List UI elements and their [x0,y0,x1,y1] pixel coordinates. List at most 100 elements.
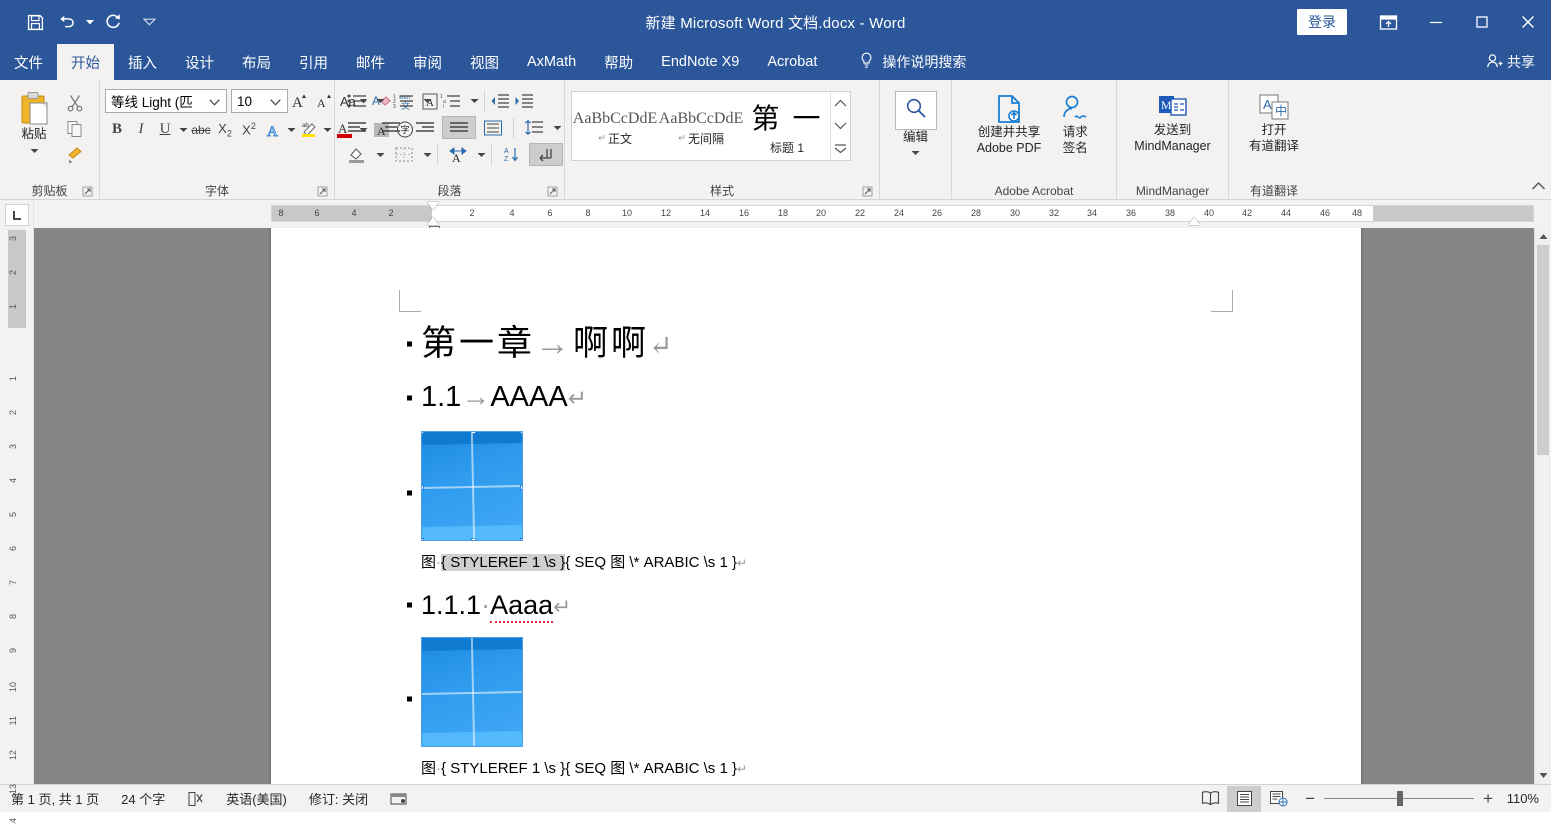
document-canvas[interactable]: 第一章→啊啊↵ 1.1→AAAA↵ 图·{STYLEREF 1 \s}{S… [34,228,1551,784]
zoom-slider-track[interactable] [1324,791,1475,806]
paragraph-image-2[interactable]: ↵ [407,637,1211,753]
asian-layout-button[interactable]: A [441,143,475,166]
borders-dropdown-icon[interactable] [421,143,434,166]
underline-dropdown-icon[interactable] [177,118,189,141]
tab-references[interactable]: 引用 [285,44,342,80]
shading-dropdown-icon[interactable] [374,143,387,166]
caption2-field-seq[interactable]: { SEQ 图 \* ARABIC \s 1 } [565,760,737,777]
tab-insert[interactable]: 插入 [114,44,171,80]
text-highlight-button[interactable]: ab [297,118,321,141]
align-center-button[interactable] [374,116,408,139]
grow-font-button[interactable]: A [288,90,312,113]
image-handle-br[interactable] [520,537,522,540]
status-macro-record-icon[interactable] [379,791,418,806]
subscript-button[interactable]: X2 [213,118,237,141]
horizontal-ruler[interactable]: 8 6 4 2 2 4 6 8 10 12 14 16 18 20 22 24 … [271,202,1534,233]
superscript-button[interactable]: X2 [237,118,261,141]
paragraph-dialog-launcher[interactable] [547,186,558,197]
zoom-slider-thumb[interactable] [1397,791,1404,806]
tell-me-search[interactable]: 操作说明搜索 [849,44,976,80]
image-handle-bc[interactable] [471,537,476,540]
style-no-spacing[interactable]: AaBbCcDdE ↵ 无间隔 [658,92,744,160]
increase-indent-button[interactable] [512,89,536,112]
create-share-pdf-button[interactable]: 创建并共享 Adobe PDF [971,89,1048,160]
view-read-mode-button[interactable] [1193,786,1227,812]
text-effects-button[interactable]: A [261,118,285,141]
tab-axmath[interactable]: AxMath [513,44,590,80]
shading-button[interactable] [340,143,374,166]
scroll-up-icon[interactable] [1535,228,1551,245]
paste-dropdown-icon[interactable] [30,143,39,159]
decrease-indent-button[interactable] [488,89,512,112]
tab-help[interactable]: 帮助 [590,44,647,80]
tab-design[interactable]: 设计 [171,44,228,80]
save-icon[interactable] [20,7,50,37]
status-language[interactable]: 英语(美国) [215,789,298,808]
undo-dropdown-icon[interactable] [84,7,96,37]
minimize-icon[interactable] [1413,0,1459,44]
font-size-chevron-down-icon[interactable] [266,94,285,109]
status-track-changes[interactable]: 修订: 关闭 [298,789,379,808]
format-painter-button[interactable] [63,143,87,166]
style-normal[interactable]: AaBbCcDdE ↵ 正文 [572,92,658,160]
zoom-control[interactable]: − + [1295,789,1503,809]
vertical-ruler[interactable]: 3 2 1 1 2 3 4 5 6 7 8 9 10 11 12 13 14 1… [0,200,34,824]
tab-layout[interactable]: 布局 [228,44,285,80]
font-name-chevron-down-icon[interactable] [205,94,224,109]
tab-review[interactable]: 审阅 [399,44,456,80]
tab-acrobat[interactable]: Acrobat [753,44,831,80]
redo-icon[interactable] [98,7,128,37]
highlight-dropdown-icon[interactable] [321,118,333,141]
show-formatting-marks-button[interactable] [529,143,563,166]
paragraph-heading3[interactable]: 1.1.1·Aaaa↵ [407,588,1211,623]
strikethrough-button[interactable]: abc [189,118,213,141]
text-effects-dropdown-icon[interactable] [285,118,297,141]
status-word-count[interactable]: 24 个字 [110,789,176,808]
image-handle-tr[interactable] [520,431,522,434]
font-size-combobox[interactable]: 10 [231,89,288,113]
open-youdao-button[interactable]: A中 打开 有道翻译 [1243,89,1305,158]
align-right-button[interactable] [408,116,442,139]
underline-button[interactable]: U [153,118,177,141]
style-scroll-up-icon[interactable] [831,92,850,115]
style-gallery-more-icon[interactable] [831,137,850,160]
copy-button[interactable] [63,117,87,140]
editing-dropdown-icon[interactable] [911,145,920,161]
tab-stop-selector[interactable] [5,204,29,226]
right-indent-marker[interactable] [1188,217,1200,225]
editing-button[interactable]: 编辑 [889,91,943,165]
zoom-out-button[interactable]: − [1305,789,1315,809]
request-signature-button[interactable]: 请求 签名 [1053,89,1097,160]
tab-view[interactable]: 视图 [456,44,513,80]
numbered-list-button[interactable]: 123 [387,89,421,112]
tab-home[interactable]: 开始 [57,44,114,80]
bullet-dropdown-icon[interactable] [374,89,387,112]
undo-icon[interactable] [52,7,82,37]
document-body[interactable]: 第一章→啊啊↵ 1.1→AAAA↵ 图·{STYLEREF 1 \s}{S… [407,320,1211,784]
styles-dialog-launcher[interactable] [862,186,873,197]
shrink-font-button[interactable]: A [312,90,336,113]
align-left-button[interactable] [340,116,374,139]
multilevel-list-button[interactable]: 1ai [434,89,468,112]
tab-mailings[interactable]: 邮件 [342,44,399,80]
caption2-field-styleref[interactable]: { STYLEREF 1 \s } [441,760,565,777]
scrollbar-track[interactable] [1535,245,1551,767]
sign-in-button[interactable]: 登录 [1297,9,1347,35]
document-page[interactable]: 第一章→啊啊↵ 1.1→AAAA↵ 图·{STYLEREF 1 \s}{S… [271,228,1361,784]
close-icon[interactable] [1505,0,1551,44]
document-vertical-scrollbar[interactable] [1534,228,1551,784]
caption1-field-seq[interactable]: { SEQ 图 \* ARABIC \s 1 } [565,554,737,571]
ribbon-display-options-icon[interactable] [1363,0,1413,44]
tab-file[interactable]: 文件 [0,44,57,80]
paragraph-heading1[interactable]: 第一章→啊啊↵ [407,320,1211,367]
image-handle-mr[interactable] [520,484,522,490]
line-spacing-dropdown-icon[interactable] [551,116,564,139]
paragraph-caption-1[interactable]: 图·{ STYLEREF 1 \s }{ SEQ 图 \* ARABIC \s … [421,551,1211,572]
bold-button[interactable]: B [105,118,129,141]
zoom-in-button[interactable]: + [1483,789,1493,809]
hanging-indent-marker[interactable] [427,217,439,225]
image-handle-tl[interactable] [422,431,424,434]
image-handle-bl[interactable] [422,537,424,540]
view-print-layout-button[interactable] [1227,785,1262,812]
italic-button[interactable]: I [129,118,153,141]
